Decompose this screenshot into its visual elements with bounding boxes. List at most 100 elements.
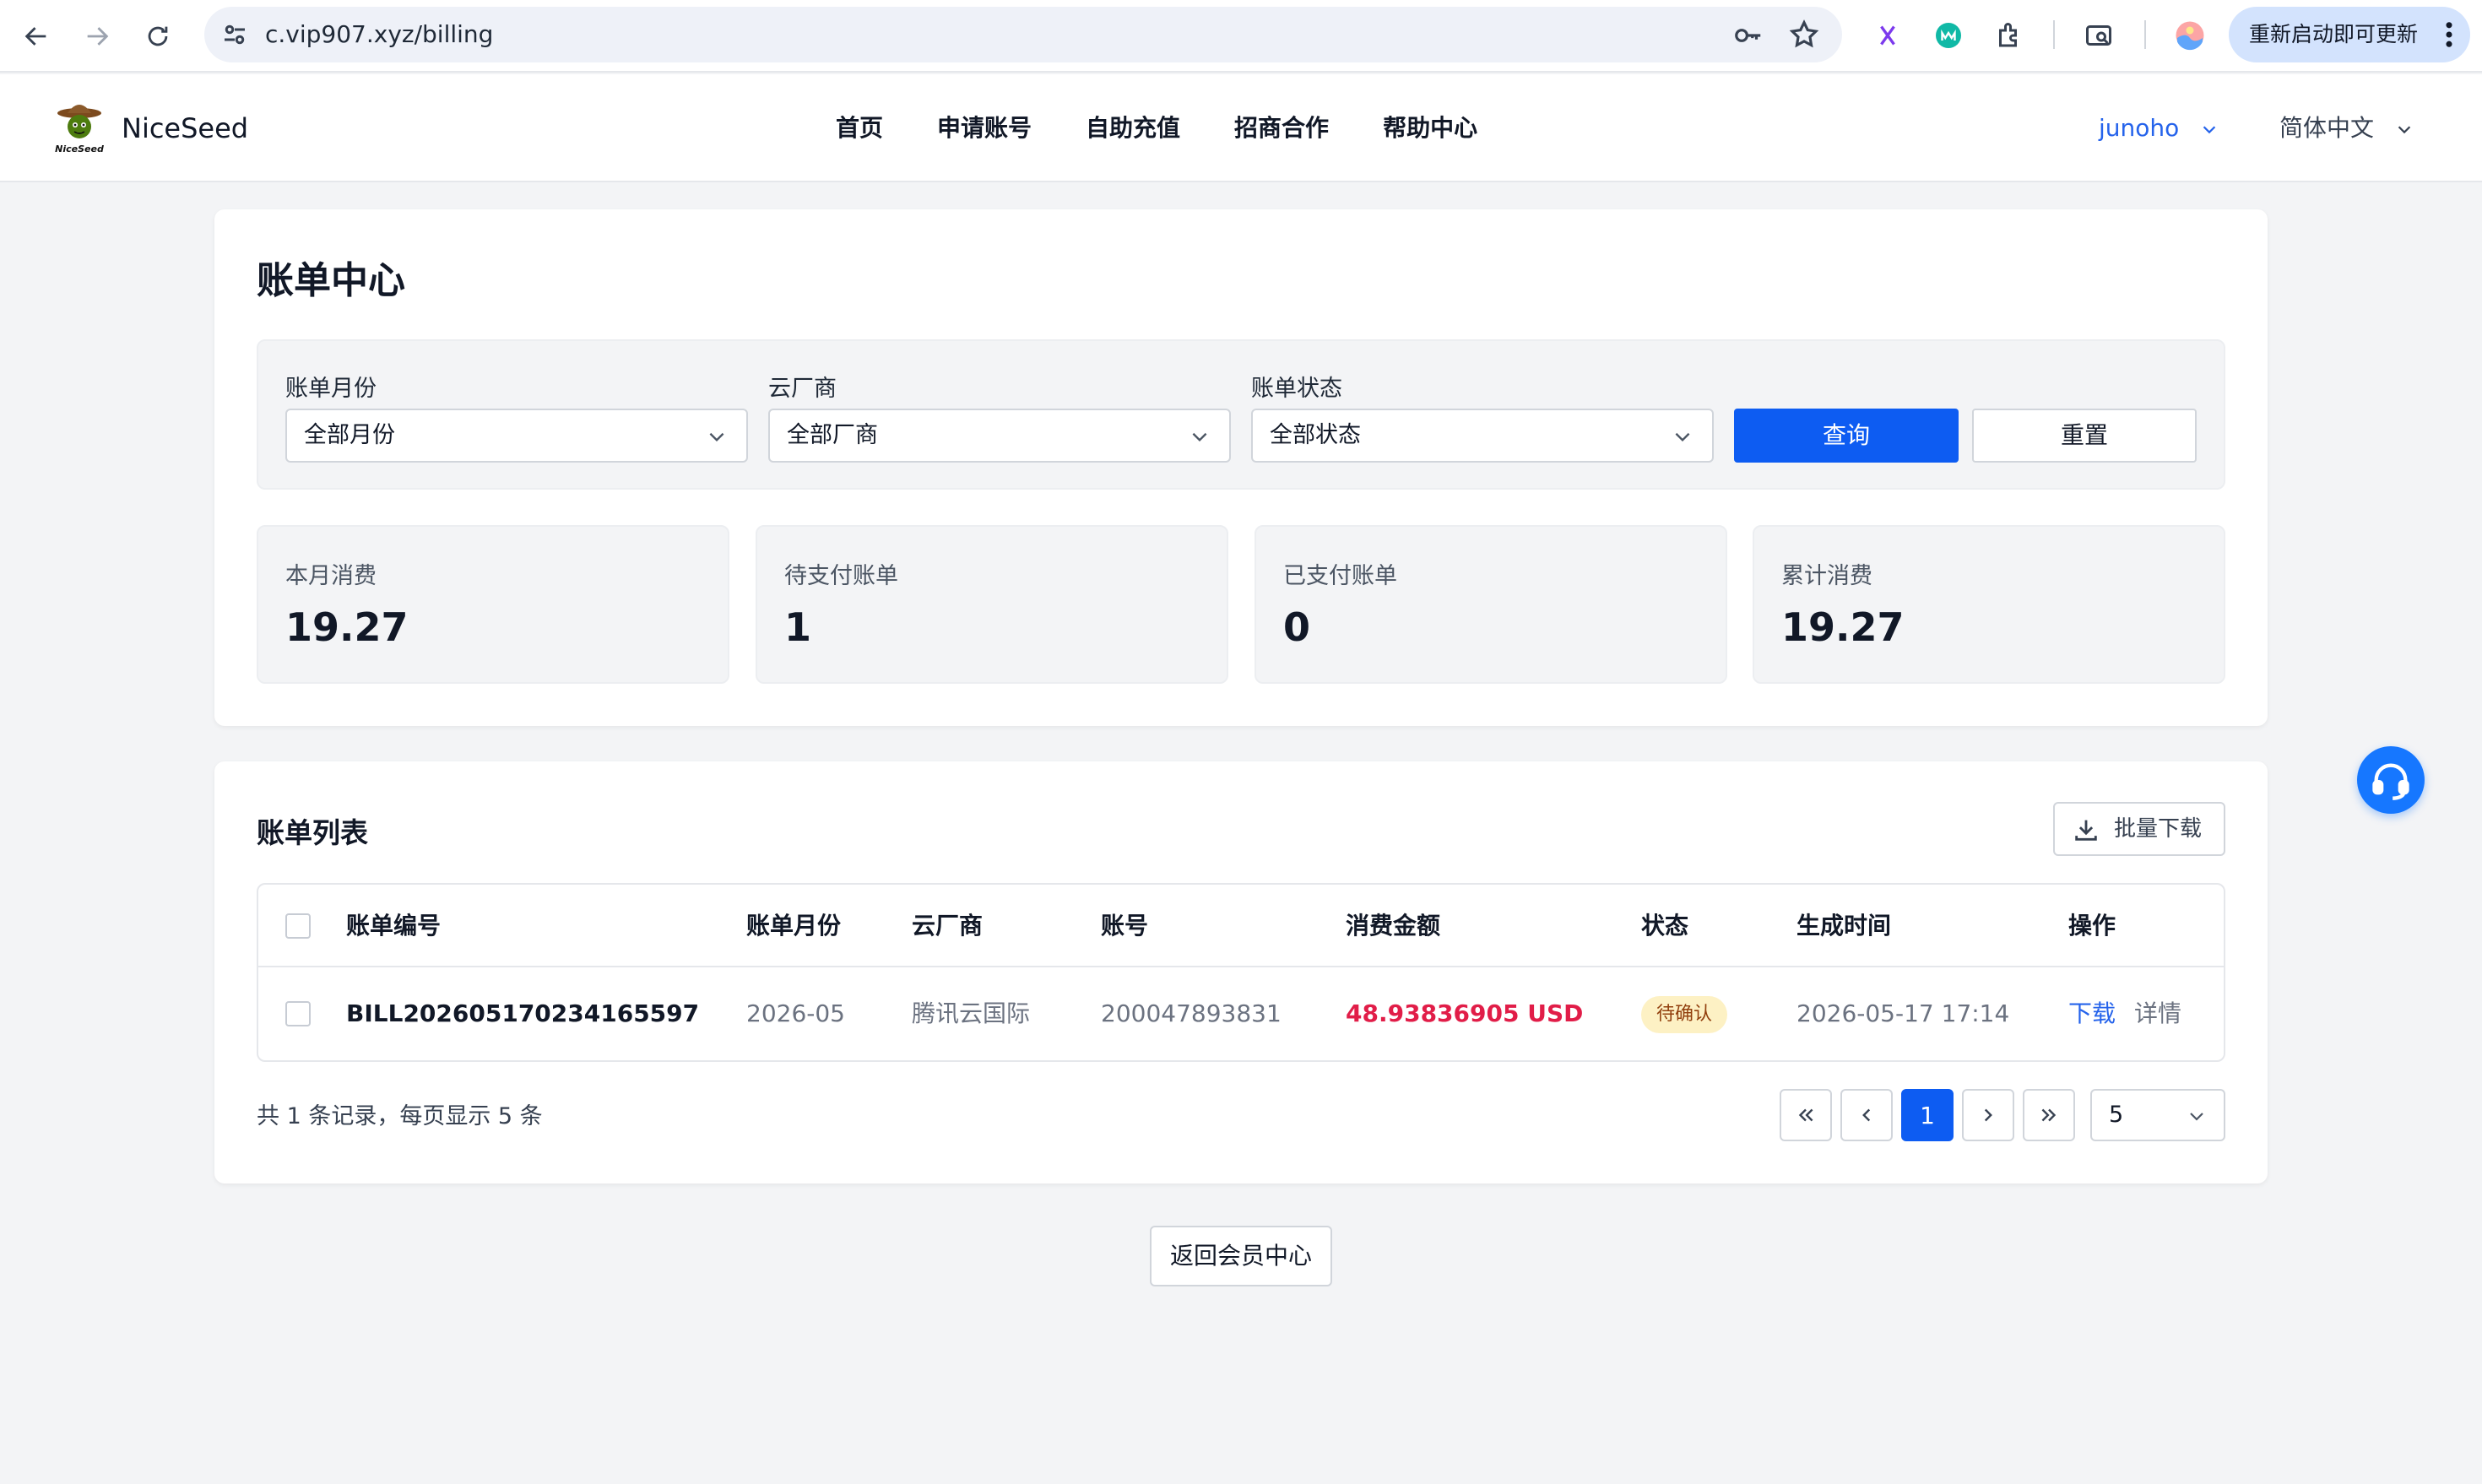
month-select[interactable]: 全部月份	[285, 409, 748, 463]
username: junoho	[2099, 114, 2180, 142]
download-link[interactable]: 下载	[2068, 967, 2116, 1060]
status-select-value: 全部状态	[1270, 422, 1361, 448]
page-size-value: 5	[2109, 1102, 2124, 1128]
site-header: NiceSeed NiceSeed 首页 申请账号 自助充值 招商合作 帮助中心…	[0, 74, 2482, 182]
prev-page-button[interactable]	[1840, 1089, 1893, 1141]
forward-arrow-icon[interactable]	[76, 15, 118, 57]
bill-id: BILL202605170234165597	[346, 999, 700, 1027]
customer-support-button[interactable]	[2357, 746, 2425, 814]
brand-name[interactable]: NiceSeed	[122, 74, 248, 182]
first-page-button[interactable]	[1780, 1089, 1832, 1141]
col-bill-month: 账单月份	[746, 912, 842, 940]
bookmark-star-icon[interactable]	[1788, 19, 1820, 51]
page-size-select[interactable]: 5	[2090, 1089, 2225, 1141]
last-page-button[interactable]	[2023, 1089, 2075, 1141]
pagination-info: 共 1 条记录，每页显示 5 条	[257, 1103, 543, 1129]
stat-label: 待支付账单	[784, 563, 898, 589]
nav-partnership[interactable]: 招商合作	[1234, 74, 1329, 182]
download-icon	[2075, 820, 2097, 841]
bill-month: 2026-05	[746, 999, 845, 1027]
col-created: 生成时间	[1796, 912, 1892, 940]
bulk-download-button[interactable]: 批量下载	[2053, 802, 2225, 856]
next-page-button[interactable]	[1962, 1089, 2014, 1141]
month-select-value: 全部月份	[304, 422, 395, 448]
browser-toolbar: c.vip907.xyz/billing 重新启动即可更新	[0, 0, 2482, 73]
tab-search-icon[interactable]	[2080, 17, 2117, 54]
profile-avatar-icon[interactable]	[2171, 17, 2208, 54]
col-bill-id: 账单编号	[346, 912, 442, 940]
bill-vendor: 腾讯云国际	[912, 999, 1031, 1027]
bill-list-title: 账单列表	[257, 816, 368, 849]
filter-month-label: 账单月份	[285, 376, 377, 402]
stat-label: 本月消费	[285, 563, 377, 589]
reload-icon[interactable]	[137, 15, 179, 57]
stat-total-spend: 累计消费 19.27	[1753, 525, 2225, 684]
chevron-down-icon	[2203, 126, 2216, 134]
niceseed-logo-icon[interactable]: NiceSeed	[52, 100, 106, 155]
stat-value: 1	[784, 604, 812, 650]
stat-value: 0	[1283, 604, 1311, 650]
details-link[interactable]: 详情	[2134, 967, 2181, 1060]
vendor-select-value: 全部厂商	[787, 422, 878, 448]
main-nav: 首页 申请账号 自助充值 招商合作 帮助中心	[836, 74, 1531, 182]
nav-home[interactable]: 首页	[836, 74, 883, 182]
status-select[interactable]: 全部状态	[1251, 409, 1714, 463]
headset-icon	[2372, 763, 2409, 800]
relaunch-update-label: 重新启动即可更新	[2249, 22, 2419, 46]
col-account: 账号	[1101, 912, 1149, 940]
vendor-select[interactable]: 全部厂商	[768, 409, 1231, 463]
chevron-down-icon	[709, 432, 724, 442]
relaunch-update-button[interactable]: 重新启动即可更新	[2229, 7, 2470, 62]
stat-pending-bills: 待支付账单 1	[756, 525, 1228, 684]
language-menu[interactable]: 简体中文	[2279, 74, 2414, 182]
row-checkbox[interactable]	[285, 1001, 311, 1026]
table-row: BILL202605170234165597 2026-05 腾讯云国际 200…	[258, 967, 2224, 1060]
password-key-icon[interactable]	[1732, 19, 1764, 51]
user-menu[interactable]: junoho	[2099, 74, 2219, 182]
chevron-down-icon	[1192, 432, 1207, 442]
svg-text:NiceSeed: NiceSeed	[55, 144, 104, 154]
stat-label: 累计消费	[1781, 563, 1872, 589]
select-all-checkbox[interactable]	[285, 913, 311, 939]
filter-vendor-label: 云厂商	[768, 376, 837, 402]
chevron-right-icon	[1984, 1108, 1992, 1122]
reset-button[interactable]: 重置	[1972, 409, 2197, 463]
double-chevron-right-icon	[2041, 1108, 2057, 1122]
bill-created: 2026-05-17 17:14	[1796, 999, 2010, 1027]
bill-table: 账单编号 账单月份 云厂商 账号 消费金额 状态 生成时间 操作 BILL202…	[257, 883, 2225, 1062]
query-button[interactable]: 查询	[1734, 409, 1959, 463]
language-label: 简体中文	[2279, 114, 2375, 142]
more-vertical-icon	[2446, 22, 2452, 47]
extension-m-icon[interactable]	[1930, 17, 1967, 54]
toolbar-divider	[2053, 20, 2055, 49]
filter-status-label: 账单状态	[1251, 376, 1342, 402]
url-text[interactable]: c.vip907.xyz/billing	[265, 7, 493, 62]
back-arrow-icon[interactable]	[15, 15, 57, 57]
col-vendor: 云厂商	[912, 912, 984, 940]
col-status: 状态	[1641, 912, 1689, 940]
nav-help-center[interactable]: 帮助中心	[1383, 74, 1477, 182]
site-settings-icon[interactable]	[219, 19, 250, 50]
chevron-down-icon	[2398, 126, 2411, 134]
bill-amount: 48.93836905 USD	[1346, 999, 1584, 1027]
chevron-down-icon	[2190, 1113, 2203, 1121]
double-chevron-left-icon	[1798, 1108, 1813, 1122]
col-actions: 操作	[2068, 912, 2116, 940]
stat-paid-bills: 已支付账单 0	[1255, 525, 1727, 684]
nav-apply-account[interactable]: 申请账号	[937, 74, 1032, 182]
page-1-button[interactable]: 1	[1901, 1089, 1954, 1141]
col-amount: 消费金额	[1346, 912, 1441, 940]
toolbar-divider	[2144, 20, 2146, 49]
stat-label: 已支付账单	[1283, 563, 1397, 589]
bill-account: 200047893831	[1101, 999, 1282, 1027]
extensions-puzzle-icon[interactable]	[1991, 17, 2028, 54]
chevron-down-icon	[1675, 432, 1690, 442]
nav-self-recharge[interactable]: 自助充值	[1086, 74, 1180, 182]
address-bar[interactable]: c.vip907.xyz/billing	[204, 7, 1842, 62]
status-badge: 待确认	[1641, 996, 1728, 1033]
extension-x-icon[interactable]	[1869, 17, 1906, 54]
back-to-member-center-button[interactable]: 返回会员中心	[1150, 1226, 1332, 1286]
stat-value: 19.27	[285, 604, 409, 650]
page-title: 账单中心	[257, 259, 405, 302]
bulk-download-label: 批量下载	[2114, 816, 2203, 842]
